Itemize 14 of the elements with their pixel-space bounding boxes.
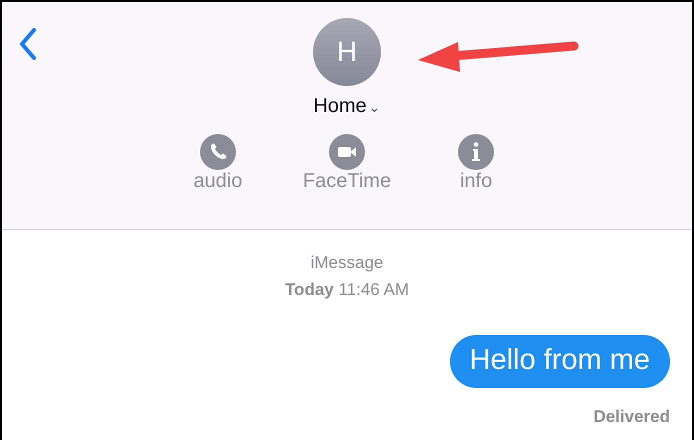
service-label: iMessage (310, 254, 384, 273)
back-button[interactable] (18, 26, 38, 62)
action-button[interactable]: info (437, 134, 516, 192)
contact-avatar[interactable]: H (313, 18, 381, 86)
video-camera-icon (328, 134, 365, 170)
action-button[interactable]: FaceTime (302, 134, 392, 192)
contact-name-button[interactable]: Home⌄ (313, 94, 381, 118)
back-chevron-icon (18, 26, 38, 62)
info-icon (458, 134, 494, 170)
delivery-status: Delivered (593, 406, 670, 428)
message-bubble: Hello from me (450, 335, 670, 388)
action-button[interactable]: audio (178, 134, 257, 192)
timestamp: Today 11:46 AM (284, 280, 410, 300)
phone-icon (200, 134, 236, 170)
